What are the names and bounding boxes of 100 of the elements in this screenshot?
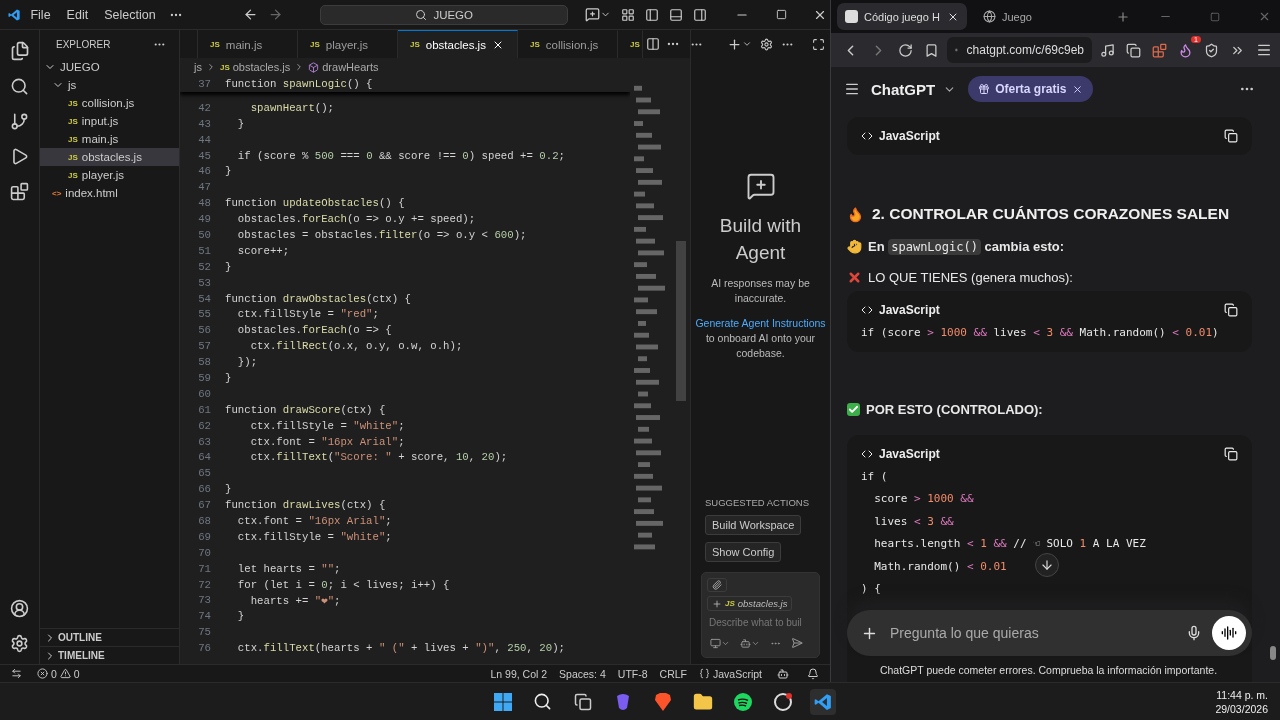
editor-tab[interactable]: JS obstacles.js [398, 30, 518, 58]
pointing-hand-icon [847, 239, 862, 254]
clock-time[interactable]: 11:44 p. m. [1216, 687, 1268, 702]
file-tree-item[interactable]: JS player.js [40, 166, 179, 184]
agent-instructions-link[interactable]: Generate Agent Instructions [695, 317, 826, 329]
disclaimer-text: ChatGPT puede cometer errores. Comprueba la información importante. [878, 664, 1219, 676]
cube-icon [308, 61, 320, 73]
section-header[interactable]: OUTLINE [40, 628, 179, 646]
code-line: function spawnLogic() { [225, 77, 373, 90]
file-tree-item[interactable]: JS obstacles.js [40, 148, 179, 166]
line-number: 42 [197, 101, 212, 114]
plus-icon [712, 598, 722, 609]
line-number: 68 [197, 515, 212, 527]
agent-input-field[interactable]: Describe what to buil [707, 615, 814, 630]
status-item[interactable]: UTF-8 [617, 667, 648, 680]
attach-button[interactable] [707, 578, 727, 592]
line-number: 45 [197, 149, 212, 162]
breadcrumb-item[interactable]: js [194, 61, 202, 73]
copy-icon[interactable] [1224, 129, 1238, 143]
status-item[interactable]: Ln 99, Col 2 [490, 667, 548, 680]
line-number: 50 [197, 228, 212, 241]
code-line: ctx.fillRect(o.x, o.y, o.w, o.h); [249, 340, 463, 353]
line-number: 76 [197, 642, 212, 655]
code-line: } [225, 371, 232, 384]
status-item[interactable]: Spaces: 4 [559, 667, 606, 680]
code-line: Math.random() < 0.01 [873, 558, 1007, 575]
code-language: JavaScript [879, 303, 940, 317]
line-number: 63 [197, 435, 212, 448]
code-line: ctx.fillText(hearts + " (" + lives + ")", 250, 20); [236, 642, 565, 655]
code-line: } [225, 260, 232, 273]
code-line: hearts.length < 1 && // ☜ SOLO 1 A LA VEZ [873, 536, 1146, 552]
context-file-chip[interactable]: JS obstacles.js [707, 596, 793, 611]
search-icon [415, 8, 428, 21]
folder-tree-item[interactable]: js [40, 76, 179, 94]
menu-item[interactable]: Selection [98, 4, 162, 25]
line-number: 47 [197, 181, 212, 194]
copy-icon[interactable] [1224, 446, 1238, 461]
address-bar[interactable]: chatgpt.com/c/69c9eb [947, 37, 1092, 63]
code-line: if (score % 500 === 0 && score !== 0) speed += 0.2; [236, 149, 565, 162]
file-tree-item[interactable]: JS input.js [40, 112, 179, 130]
language-status[interactable]: JavaScript [698, 667, 762, 680]
line-number: 44 [197, 133, 212, 146]
line-number: 72 [197, 578, 212, 591]
chat-composer[interactable]: Pregunta lo que quieras [847, 610, 1252, 656]
clock-date[interactable]: 29/03/2026 [1215, 701, 1268, 716]
line-number: 75 [197, 626, 212, 639]
browser-tab[interactable]: Juego [975, 3, 1105, 30]
line-number: 71 [197, 562, 212, 575]
scrollbar-thumb[interactable] [1270, 646, 1276, 660]
suggested-actions-title: SUGGESTED ACTIONS [704, 497, 810, 510]
line-number: 69 [197, 530, 212, 543]
close-icon[interactable] [1071, 83, 1083, 95]
line-number: 51 [197, 244, 212, 257]
status-item[interactable]: CRLF [659, 667, 687, 680]
chat-input-field[interactable]: Pregunta lo que quieras [888, 624, 1176, 642]
line-number: 65 [197, 467, 212, 480]
breadcrumb-item[interactable]: drawHearts [308, 61, 379, 73]
copy-icon[interactable] [1224, 303, 1238, 317]
code-line: hearts += "❤"; [249, 593, 341, 607]
menu-item[interactable]: Edit [60, 4, 95, 25]
scrollbar-thumb[interactable] [676, 241, 686, 401]
line-number: 59 [197, 371, 212, 384]
braces-icon [698, 668, 710, 679]
line-number: 62 [197, 419, 212, 432]
message-text: POR ESTO (CONTROLADO): [866, 401, 1043, 417]
code-line: ctx.fillStyle = "red"; [236, 308, 379, 321]
search-field[interactable]: JUEGO [320, 4, 569, 25]
message-text: LO QUE TIENES (genera muchos): [868, 270, 1073, 285]
explorer-title: EXPLORER [56, 38, 111, 50]
line-number: 37 [197, 77, 212, 90]
browser-tab[interactable]: Código juego H [837, 3, 967, 30]
code-line: } [225, 483, 232, 496]
line-number: 60 [197, 387, 212, 400]
line-number: 43 [197, 117, 212, 130]
gift-icon [978, 83, 991, 95]
suggested-action-button[interactable]: Build Workspace [705, 515, 802, 535]
code-line: obstacles.forEach(o => o.y += speed); [236, 213, 476, 226]
offer-badge[interactable]: Oferta gratis [968, 76, 1093, 102]
suggested-action-button[interactable]: Show Config [705, 542, 782, 562]
code-line: if (score > 1000 && lives < 3 && Math.random() < 0.01) [861, 325, 1219, 341]
folder-tree-item[interactable]: JUEGO [40, 58, 179, 76]
menu-item[interactable]: File [24, 4, 57, 25]
line-number: 66 [197, 483, 212, 496]
code-line: } [236, 117, 245, 130]
line-number: 48 [197, 197, 212, 210]
code-line: for (let i = 0; i < lives; i++) { [236, 578, 450, 591]
microphone-icon[interactable] [1186, 625, 1202, 641]
voice-button[interactable] [1212, 616, 1246, 650]
file-tree-item[interactable]: JS main.js [40, 130, 179, 148]
code-line: if ( [861, 468, 888, 485]
code-line: score++; [236, 244, 290, 257]
breadcrumb-item[interactable]: JS obstacles.js [219, 61, 291, 73]
windows-logo-icon[interactable] [493, 692, 512, 711]
file-tree-item[interactable]: JS collision.js [40, 94, 179, 112]
code-editor-icon[interactable] [809, 688, 836, 715]
file-tree-item[interactable]: <> index.html [40, 184, 179, 202]
problems-status[interactable]: 0 0 [37, 667, 80, 680]
line-number: 56 [197, 324, 212, 337]
chat-title[interactable]: ChatGPT [871, 80, 936, 98]
code-line: ctx.fillStyle = "white"; [236, 530, 392, 543]
